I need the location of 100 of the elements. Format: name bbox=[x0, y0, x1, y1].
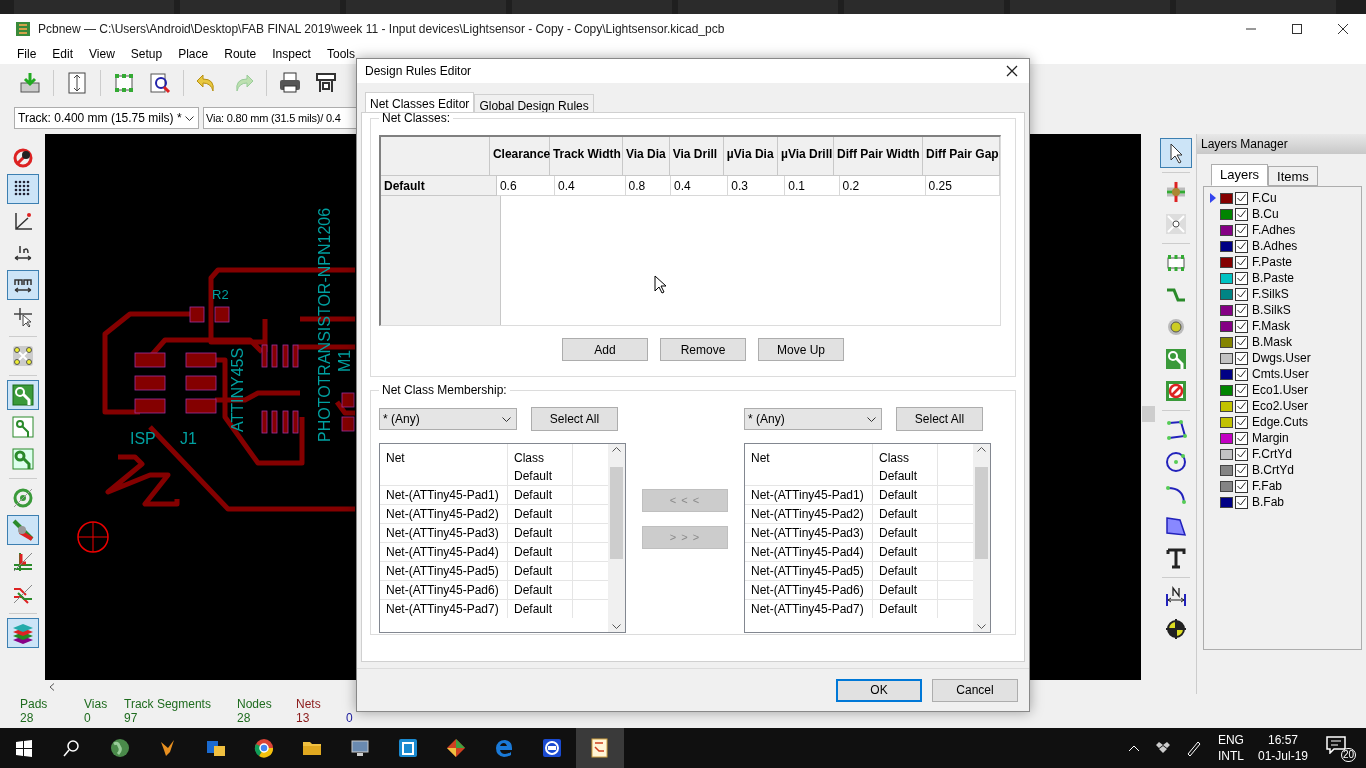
layer-color-swatch[interactable] bbox=[1220, 288, 1233, 300]
list-cell[interactable]: Default bbox=[873, 505, 938, 523]
layer-row[interactable]: Eco1.User bbox=[1210, 382, 1361, 398]
layer-checkbox[interactable] bbox=[1235, 383, 1248, 397]
layer-color-swatch[interactable] bbox=[1220, 480, 1233, 492]
menu-item[interactable]: Setup bbox=[123, 45, 170, 63]
layer-checkbox[interactable] bbox=[1235, 479, 1248, 493]
notification-count[interactable]: 20 bbox=[1340, 748, 1356, 762]
layer-checkbox[interactable] bbox=[1235, 415, 1248, 429]
layer-checkbox[interactable] bbox=[1235, 431, 1248, 445]
tab[interactable]: Layers bbox=[1211, 164, 1269, 186]
filled-pad-tool-button[interactable] bbox=[6, 380, 39, 410]
keyboard-layout[interactable]: INTL bbox=[1217, 748, 1244, 764]
column-header[interactable]: Diff Pair Width bbox=[834, 137, 923, 176]
menu-item[interactable]: File bbox=[10, 45, 44, 63]
list-cell[interactable]: Net-(ATTiny45-Pad2) bbox=[745, 505, 873, 523]
track-width-dropdown[interactable]: Track: 0.400 mm (15.75 mils) * bbox=[14, 107, 199, 129]
layer-color-swatch[interactable] bbox=[1220, 384, 1233, 396]
list-cell[interactable]: Net-(ATTiny45-Pad3) bbox=[745, 524, 873, 542]
layer-color-swatch[interactable] bbox=[1220, 208, 1233, 220]
dialog-button[interactable]: Add bbox=[562, 338, 648, 361]
menu-item[interactable]: Edit bbox=[45, 45, 81, 63]
layer-checkbox[interactable] bbox=[1235, 399, 1248, 413]
list-cell[interactable]: Net-(ATTiny45-Pad7) bbox=[380, 600, 508, 618]
layer-color-swatch[interactable] bbox=[1220, 224, 1233, 236]
layer-color-swatch[interactable] bbox=[1220, 352, 1233, 364]
list-cell[interactable]: Net-(ATTiny45-Pad5) bbox=[380, 562, 508, 580]
net-filter-dropdown[interactable]: * (Any) bbox=[744, 408, 882, 430]
list-cell[interactable]: Net-(ATTiny45-Pad7) bbox=[745, 600, 873, 618]
layer-checkbox[interactable] bbox=[1235, 447, 1248, 461]
column-header[interactable]: Clearance bbox=[489, 137, 550, 176]
list-cell[interactable]: Default bbox=[508, 600, 573, 618]
layer-row[interactable]: F.Adhes bbox=[1210, 222, 1361, 238]
layer-checkbox[interactable] bbox=[1235, 303, 1248, 317]
layer-color-swatch[interactable] bbox=[1220, 272, 1233, 284]
column-header[interactable]: Diff Pair Gap bbox=[923, 137, 1000, 176]
list-cell[interactable]: Net-(ATTiny45-Pad4) bbox=[380, 543, 508, 561]
column-header[interactable]: Net bbox=[745, 444, 873, 466]
list-cell[interactable]: Default bbox=[873, 524, 938, 542]
column-header[interactable]: Via Dia bbox=[622, 137, 670, 176]
column-header[interactable]: Class bbox=[873, 444, 938, 466]
layer-color-swatch[interactable] bbox=[1220, 448, 1233, 460]
layer-checkbox[interactable] bbox=[1235, 271, 1248, 285]
list-cell[interactable]: Default bbox=[873, 600, 938, 618]
list-cell[interactable]: Default bbox=[873, 562, 938, 580]
layer-checkbox[interactable] bbox=[1235, 207, 1248, 221]
layer-row[interactable]: Dwgs.User bbox=[1210, 350, 1361, 366]
list-cell[interactable]: Default bbox=[508, 524, 573, 542]
grid-tool-button[interactable] bbox=[6, 174, 39, 204]
tab[interactable]: Items bbox=[1268, 166, 1318, 186]
list-cell[interactable]: Default bbox=[508, 486, 573, 504]
layer-checkbox[interactable] bbox=[1235, 223, 1248, 237]
list-cell[interactable]: Default bbox=[873, 466, 938, 485]
layers-tool-button[interactable] bbox=[6, 618, 39, 648]
list-cell[interactable]: Net-(ATTiny45-Pad1) bbox=[380, 486, 508, 504]
list-cell[interactable]: Net-(ATTiny45-Pad6) bbox=[745, 581, 873, 599]
layer-row[interactable]: F.Paste bbox=[1210, 254, 1361, 270]
list-cell[interactable]: Default bbox=[873, 486, 938, 504]
layer-row[interactable]: B.Cu bbox=[1210, 206, 1361, 222]
layer-checkbox[interactable] bbox=[1235, 239, 1248, 253]
layer-row[interactable]: B.Adhes bbox=[1210, 238, 1361, 254]
layer-color-swatch[interactable] bbox=[1220, 320, 1233, 332]
list-cell[interactable]: Net-(ATTiny45-Pad3) bbox=[380, 524, 508, 542]
clock-time[interactable]: 16:57 bbox=[1267, 732, 1298, 748]
list-cell[interactable]: Net-(ATTiny45-Pad2) bbox=[380, 505, 508, 523]
vertical-scrollbar-thumb[interactable] bbox=[1142, 406, 1155, 422]
layer-checkbox[interactable] bbox=[1235, 287, 1248, 301]
tab[interactable]: Net Classes Editor bbox=[365, 92, 475, 113]
list-cell[interactable]: Default bbox=[508, 466, 573, 485]
keyboard-language[interactable]: ENG bbox=[1217, 732, 1244, 748]
mm-units-tool-button[interactable] bbox=[6, 270, 39, 300]
layer-row[interactable]: Cmts.User bbox=[1210, 366, 1361, 382]
vertical-scrollbar[interactable] bbox=[973, 444, 990, 632]
layer-row[interactable]: B.Mask bbox=[1210, 334, 1361, 350]
select-all-button[interactable]: Select All bbox=[531, 407, 618, 431]
layer-color-swatch[interactable] bbox=[1220, 336, 1233, 348]
layer-checkbox[interactable] bbox=[1235, 495, 1248, 509]
column-header[interactable]: Class bbox=[508, 444, 573, 466]
layer-row[interactable]: B.Paste bbox=[1210, 270, 1361, 286]
layer-row[interactable]: B.Fab bbox=[1210, 494, 1361, 510]
layer-checkbox[interactable] bbox=[1235, 335, 1248, 349]
menu-item[interactable]: Place bbox=[171, 45, 216, 63]
layer-row[interactable]: B.CrtYd bbox=[1210, 462, 1361, 478]
layer-checkbox[interactable] bbox=[1235, 463, 1248, 477]
layer-color-swatch[interactable] bbox=[1220, 240, 1233, 252]
layer-row[interactable]: Margin bbox=[1210, 430, 1361, 446]
arrow-cursor-tool-button[interactable] bbox=[1160, 138, 1192, 168]
list-cell[interactable]: Default bbox=[873, 543, 938, 561]
layer-color-swatch[interactable] bbox=[1220, 416, 1233, 428]
clock-date[interactable]: 01-Jul-19 bbox=[1257, 748, 1308, 764]
select-all-button[interactable]: Select All bbox=[896, 407, 983, 431]
list-cell[interactable]: Default bbox=[873, 581, 938, 599]
list-cell[interactable]: Default bbox=[508, 543, 573, 561]
menu-item[interactable]: Inspect bbox=[265, 45, 318, 63]
layer-color-swatch[interactable] bbox=[1220, 304, 1233, 316]
layer-row[interactable]: Edge.Cuts bbox=[1210, 414, 1361, 430]
layer-color-swatch[interactable] bbox=[1220, 496, 1233, 508]
column-header[interactable]: Via Drill bbox=[669, 137, 724, 176]
menu-item[interactable]: Route bbox=[217, 45, 264, 63]
layer-color-swatch[interactable] bbox=[1220, 432, 1233, 444]
